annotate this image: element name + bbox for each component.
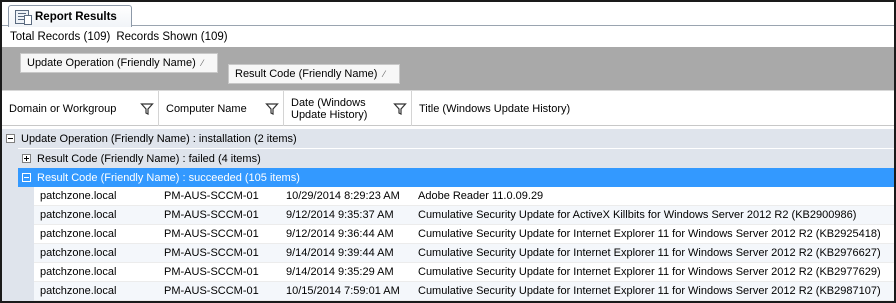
- group-row-failed[interactable]: Result Code (Friendly Name) : failed (4 …: [18, 149, 894, 168]
- group-label: Result Code (Friendly Name) : succeeded …: [37, 171, 300, 184]
- cell-computer: PM-AUS-SCCM-01: [164, 209, 259, 221]
- filter-icon[interactable]: [265, 102, 279, 116]
- group-by-panel: Update Operation (Friendly Name) ⁄ Resul…: [2, 47, 894, 90]
- cell-date: 9/12/2014 9:35:37 AM: [286, 209, 394, 221]
- results-grid: Update Operation (Friendly Name) : insta…: [2, 127, 894, 301]
- cell-title: Cumulative Security Update for Internet …: [418, 228, 881, 240]
- column-headers: Domain or Workgroup Computer Name Date (…: [2, 90, 894, 126]
- cell-date: 10/29/2014 8:29:23 AM: [286, 190, 400, 202]
- column-header-title[interactable]: Title (Windows Update History): [412, 91, 894, 126]
- groupby-chip-update-operation[interactable]: Update Operation (Friendly Name) ⁄: [20, 53, 218, 73]
- cell-domain: patchzone.local: [40, 190, 117, 202]
- table-row[interactable]: patchzone.local PM-AUS-SCCM-01 9/12/2014…: [34, 225, 894, 244]
- group-row-installation[interactable]: Update Operation (Friendly Name) : insta…: [2, 129, 894, 148]
- cell-date: 10/15/2014 7:59:01 AM: [286, 285, 400, 297]
- cell-computer: PM-AUS-SCCM-01: [164, 285, 259, 297]
- tab-report-results[interactable]: Report Results: [8, 5, 132, 27]
- records-shown: Records Shown (109): [116, 31, 228, 43]
- tab-label: Report Results: [35, 10, 117, 23]
- cell-title: Cumulative Security Update for Internet …: [418, 247, 881, 259]
- cell-domain: patchzone.local: [40, 285, 117, 297]
- sort-indicator-icon: ⁄: [201, 58, 204, 68]
- collapse-icon[interactable]: [6, 134, 15, 143]
- cell-date: 9/14/2014 9:35:29 AM: [286, 266, 394, 278]
- groupby-chip-label: Update Operation (Friendly Name): [27, 57, 196, 69]
- group-indent: [18, 187, 34, 301]
- cell-title: Cumulative Security Update for Internet …: [418, 266, 881, 278]
- report-results-window: Report Results Total Records (109) Recor…: [0, 0, 896, 303]
- group-row-succeeded[interactable]: Result Code (Friendly Name) : succeeded …: [18, 168, 894, 187]
- collapse-icon[interactable]: [22, 173, 31, 182]
- column-label: Domain or Workgroup: [9, 102, 117, 115]
- report-icon: [15, 9, 32, 25]
- cell-computer: PM-AUS-SCCM-01: [164, 228, 259, 240]
- table-row[interactable]: patchzone.local PM-AUS-SCCM-01 9/14/2014…: [34, 244, 894, 263]
- column-header-date[interactable]: Date (Windows Update History): [284, 91, 412, 126]
- table-row[interactable]: patchzone.local PM-AUS-SCCM-01 10/15/201…: [34, 282, 894, 301]
- column-label: Title (Windows Update History): [419, 102, 571, 115]
- cell-title: Cumulative Security Update for ActiveX K…: [418, 209, 857, 221]
- cell-domain: patchzone.local: [40, 228, 117, 240]
- records-summary: Total Records (109) Records Shown (109): [2, 27, 894, 47]
- filter-icon[interactable]: [140, 102, 154, 116]
- cell-domain: patchzone.local: [40, 247, 117, 259]
- group-label: Result Code (Friendly Name) : failed (4 …: [37, 152, 261, 165]
- group-label: Update Operation (Friendly Name) : insta…: [21, 132, 297, 145]
- expand-icon[interactable]: [22, 154, 31, 163]
- cell-date: 9/14/2014 9:39:44 AM: [286, 247, 394, 259]
- cell-computer: PM-AUS-SCCM-01: [164, 190, 259, 202]
- group-indent: [2, 148, 18, 301]
- groupby-chip-result-code[interactable]: Result Code (Friendly Name) ⁄: [228, 64, 400, 84]
- column-header-domain[interactable]: Domain or Workgroup: [2, 91, 159, 126]
- cell-computer: PM-AUS-SCCM-01: [164, 247, 259, 259]
- table-row[interactable]: patchzone.local PM-AUS-SCCM-01 9/12/2014…: [34, 206, 894, 225]
- cell-domain: patchzone.local: [40, 266, 117, 278]
- cell-title: Adobe Reader 11.0.09.29: [418, 190, 544, 202]
- cell-title: Cumulative Security Update for Internet …: [418, 285, 881, 297]
- column-label: Computer Name: [166, 102, 247, 115]
- cell-domain: patchzone.local: [40, 209, 117, 221]
- column-label: Date (Windows Update History): [291, 96, 368, 121]
- filter-icon[interactable]: [393, 102, 407, 116]
- column-header-computer[interactable]: Computer Name: [159, 91, 284, 126]
- groupby-chip-label: Result Code (Friendly Name): [235, 68, 378, 80]
- cell-date: 9/12/2014 9:36:44 AM: [286, 228, 394, 240]
- table-row[interactable]: patchzone.local PM-AUS-SCCM-01 9/14/2014…: [34, 263, 894, 282]
- sort-indicator-icon: ⁄: [383, 69, 385, 79]
- total-records: Total Records (109): [10, 31, 111, 43]
- table-row[interactable]: patchzone.local PM-AUS-SCCM-01 10/29/201…: [34, 187, 894, 206]
- cell-computer: PM-AUS-SCCM-01: [164, 266, 259, 278]
- tab-strip: Report Results: [2, 2, 894, 27]
